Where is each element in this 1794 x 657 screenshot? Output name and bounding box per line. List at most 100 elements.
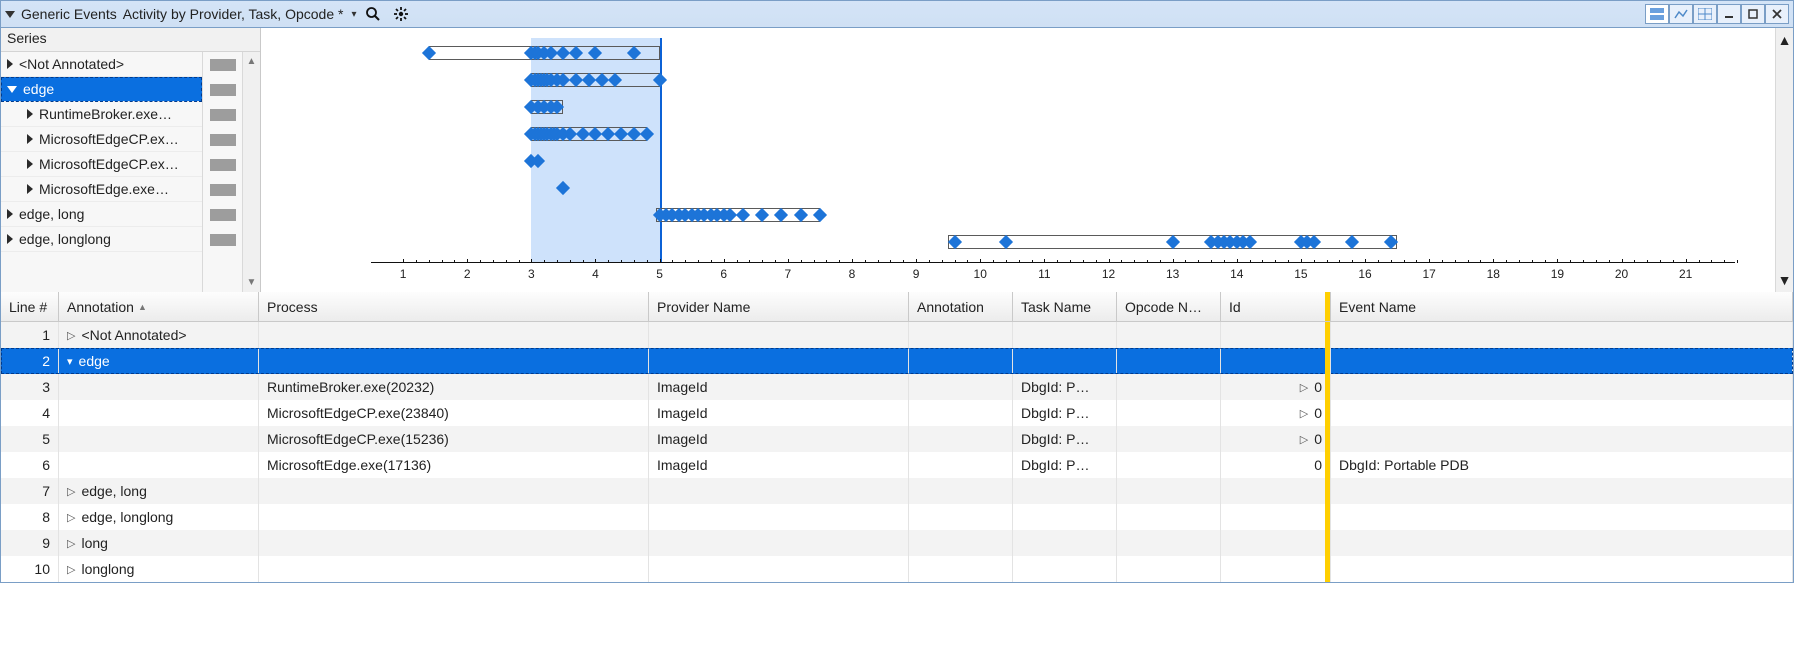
chevron-right-icon[interactable]: ▷ <box>1300 407 1308 420</box>
series-item[interactable]: RuntimeBroker.exe… <box>1 102 202 127</box>
chevron-right-icon[interactable]: ▷ <box>67 511 75 524</box>
chevron-right-icon[interactable]: ▷ <box>67 563 75 576</box>
series-scrollbar[interactable]: ▲ ▼ <box>242 52 260 292</box>
table-cell <box>909 478 1013 504</box>
scroll-down-icon[interactable]: ▼ <box>247 277 257 288</box>
annotation-value: longlong <box>81 561 134 577</box>
table-cell: 7 <box>1 478 59 504</box>
series-swatch[interactable] <box>203 227 242 252</box>
chevron-right-icon[interactable] <box>27 134 33 144</box>
column-id[interactable]: Id <box>1221 292 1331 321</box>
series-item[interactable]: MicrosoftEdge.exe… <box>1 177 202 202</box>
event-marker[interactable] <box>556 181 570 195</box>
table-row[interactable]: 1▷<Not Annotated> <box>1 322 1793 348</box>
view-both-button[interactable] <box>1645 4 1669 24</box>
view-table-button[interactable] <box>1693 4 1717 24</box>
column-event-label: Event Name <box>1339 299 1416 315</box>
column-line[interactable]: Line # <box>1 292 59 321</box>
table-row[interactable]: 3RuntimeBroker.exe (20232)ImageIdDbgId: … <box>1 374 1793 400</box>
collapse-icon[interactable] <box>5 11 15 18</box>
chevron-right-icon[interactable] <box>7 234 13 244</box>
table-cell <box>1117 400 1221 426</box>
column-process-label: Process <box>267 299 318 315</box>
chevron-right-icon[interactable]: ▷ <box>1300 381 1308 394</box>
scroll-down-icon[interactable]: ▼ <box>1778 272 1792 288</box>
scroll-up-icon[interactable]: ▲ <box>247 56 257 67</box>
table-row[interactable]: 8▷edge, longlong <box>1 504 1793 530</box>
table-row[interactable]: 7▷edge, long <box>1 478 1793 504</box>
series-item[interactable]: <Not Annotated> <box>1 52 202 77</box>
series-swatch[interactable] <box>203 77 242 102</box>
series-swatch[interactable] <box>203 127 242 152</box>
series-item-label: edge, longlong <box>19 231 111 247</box>
column-opcode[interactable]: Opcode N… <box>1117 292 1221 321</box>
table-row[interactable]: 6MicrosoftEdge.exe (17136)ImageIdDbgId: … <box>1 452 1793 478</box>
table-row[interactable]: 10▷longlong <box>1 556 1793 582</box>
table-row[interactable]: 4MicrosoftEdgeCP.exe (23840)ImageIdDbgId… <box>1 400 1793 426</box>
table-cell: DbgId: P… <box>1013 374 1117 400</box>
scroll-up-icon[interactable]: ▲ <box>1778 32 1792 48</box>
table-cell <box>909 322 1013 348</box>
table-cell <box>909 452 1013 478</box>
preset-dropdown-icon[interactable]: ▾ <box>351 9 356 20</box>
table-icon <box>1698 8 1712 20</box>
series-swatch[interactable] <box>203 52 242 77</box>
view-graph-button[interactable] <box>1669 4 1693 24</box>
series-item[interactable]: edge, long <box>1 202 202 227</box>
table-cell <box>1117 374 1221 400</box>
series-swatch[interactable] <box>203 177 242 202</box>
data-table: Line # Annotation▲ Process Provider Name… <box>0 292 1794 583</box>
table-cell: ImageId <box>649 452 909 478</box>
column-provider[interactable]: Provider Name <box>649 292 909 321</box>
series-swatch[interactable] <box>203 202 242 227</box>
search-button[interactable] <box>362 3 384 25</box>
series-swatch-column <box>202 52 242 292</box>
table-row[interactable]: 2▾edge <box>1 348 1793 374</box>
chevron-right-icon[interactable] <box>27 159 33 169</box>
chart-lane <box>371 69 1735 91</box>
table-cell <box>259 556 649 582</box>
table-cell <box>59 452 259 478</box>
minimize-button[interactable] <box>1717 4 1741 24</box>
series-swatch[interactable] <box>203 152 242 177</box>
table-cell <box>1117 504 1221 530</box>
chevron-down-icon[interactable] <box>7 86 17 93</box>
table-cell <box>259 348 649 374</box>
table-cell <box>909 348 1013 374</box>
chevron-right-icon[interactable]: ▷ <box>67 537 75 550</box>
column-annotation[interactable]: Annotation▲ <box>59 292 259 321</box>
table-cell: DbgId: P… <box>1013 452 1117 478</box>
settings-button[interactable] <box>390 3 412 25</box>
table-row[interactable]: 5MicrosoftEdgeCP.exe (15236)ImageIdDbgId… <box>1 426 1793 452</box>
maximize-button[interactable] <box>1741 4 1765 24</box>
chevron-right-icon[interactable]: ▷ <box>67 485 75 498</box>
table-cell <box>1331 426 1793 452</box>
table-row[interactable]: 9▷long <box>1 530 1793 556</box>
column-id-label: Id <box>1229 299 1241 315</box>
chevron-right-icon[interactable]: ▷ <box>1300 433 1308 446</box>
minimize-icon <box>1723 8 1735 20</box>
column-event[interactable]: Event Name <box>1331 292 1793 321</box>
chevron-right-icon[interactable] <box>7 209 13 219</box>
series-item[interactable]: MicrosoftEdgeCP.ex… <box>1 152 202 177</box>
series-item[interactable]: edge, longlong <box>1 227 202 252</box>
column-line-label: Line # <box>9 299 47 315</box>
chevron-right-icon[interactable] <box>27 109 33 119</box>
table-cell: ▷long <box>59 530 259 556</box>
axis-tick-label: 20 <box>1615 267 1628 281</box>
chevron-down-icon[interactable]: ▾ <box>67 355 73 368</box>
series-swatch[interactable] <box>203 102 242 127</box>
close-button[interactable] <box>1765 4 1789 24</box>
chevron-right-icon[interactable] <box>7 59 13 69</box>
annotation-value: edge <box>79 353 110 369</box>
chart-area[interactable]: 123456789101112131415161718192021 ▲ ▼ <box>261 28 1793 292</box>
table-cell <box>1013 322 1117 348</box>
chevron-right-icon[interactable] <box>27 184 33 194</box>
series-item[interactable]: edge <box>1 77 202 102</box>
column-process[interactable]: Process <box>259 292 649 321</box>
column-task[interactable]: Task Name <box>1013 292 1117 321</box>
column-annotation2[interactable]: Annotation <box>909 292 1013 321</box>
chevron-right-icon[interactable]: ▷ <box>67 329 75 342</box>
chart-scrollbar[interactable]: ▲ ▼ <box>1775 28 1793 292</box>
series-item[interactable]: MicrosoftEdgeCP.ex… <box>1 127 202 152</box>
